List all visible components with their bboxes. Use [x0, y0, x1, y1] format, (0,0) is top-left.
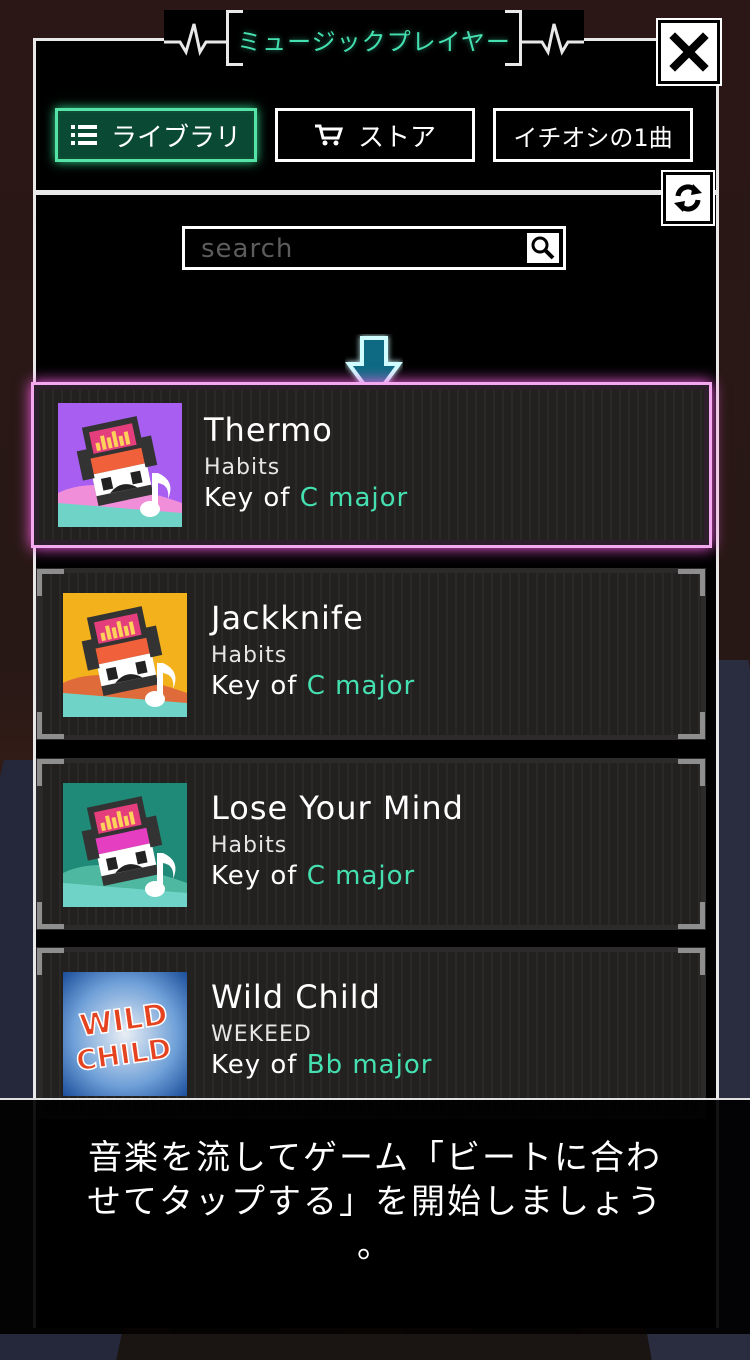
key-prefix: Key of — [211, 1050, 298, 1080]
pulse-line-left-icon — [164, 23, 228, 57]
cart-icon — [314, 123, 344, 147]
refresh-button[interactable] — [663, 172, 713, 224]
divider — [33, 190, 719, 195]
tab-store[interactable]: ストア — [275, 108, 475, 162]
track-title: Lose Your Mind — [211, 789, 464, 827]
tab-library-label: ライブラリ — [110, 122, 241, 153]
track-item-thermo[interactable]: Thermo Habits Key of C major — [31, 382, 712, 548]
close-button[interactable] — [658, 20, 720, 84]
track-artist: Habits — [204, 455, 281, 480]
tab-featured[interactable]: イチオシの1曲 — [493, 108, 693, 162]
refresh-icon — [674, 184, 702, 212]
search-input[interactable] — [199, 231, 513, 267]
track-key: Key of C major — [211, 861, 415, 891]
pulse-line-right-icon — [520, 23, 584, 57]
track-artist: WEKEED — [211, 1022, 312, 1047]
track-artist: Habits — [211, 643, 288, 668]
hint-line-1: 音楽を流してゲーム「ビートに合わ — [88, 1138, 662, 1178]
tab-store-label: ストア — [357, 122, 436, 153]
track-title: Wild Child — [211, 978, 381, 1016]
key-value: C major — [299, 483, 409, 513]
close-icon — [669, 32, 709, 72]
key-prefix: Key of — [211, 671, 298, 701]
track-key: Key of Bb major — [211, 1050, 432, 1080]
track-artist: Habits — [211, 833, 288, 858]
track-title: Jackknife — [211, 599, 364, 637]
list-icon — [70, 124, 97, 146]
search-button[interactable] — [525, 231, 561, 265]
search-bar — [182, 226, 566, 270]
key-prefix: Key of — [204, 483, 291, 513]
header: ミュージックプレイヤー — [164, 10, 584, 68]
key-prefix: Key of — [211, 861, 298, 891]
tab-library[interactable]: ライブラリ — [55, 108, 257, 162]
track-item-jackknife[interactable]: Jackknife Habits Key of C major — [36, 568, 706, 740]
album-art — [63, 593, 187, 717]
track-item-lose-your-mind[interactable]: Lose Your Mind Habits Key of C major — [36, 758, 706, 930]
hint-line-3: 。 — [357, 1226, 393, 1266]
album-art — [63, 783, 187, 907]
track-title: Thermo — [204, 411, 333, 449]
title-bracket-left — [226, 10, 243, 66]
track-key: Key of C major — [204, 483, 408, 513]
track-key: Key of C major — [211, 671, 415, 701]
hint-text: 音楽を流してゲーム「ビートに合わ せてタップする」を開始しましょう 。 — [87, 1136, 663, 1268]
key-value: Bb major — [306, 1050, 433, 1080]
hint-toast: 音楽を流してゲーム「ビートに合わ せてタップする」を開始しましょう 。 — [0, 1098, 750, 1334]
tab-featured-label: イチオシの1曲 — [513, 123, 673, 152]
album-art: WILD CHILD — [63, 972, 187, 1096]
search-icon — [531, 236, 555, 260]
key-value: C major — [306, 671, 416, 701]
key-value: C major — [306, 861, 416, 891]
track-item-wild-child[interactable]: WILD CHILD Wild Child WEKEED Key of Bb m… — [36, 947, 706, 1119]
hint-line-2: せてタップする」を開始しましょう — [87, 1182, 663, 1222]
page-title: ミュージックプレイヤー — [237, 27, 511, 56]
album-art — [58, 403, 182, 527]
